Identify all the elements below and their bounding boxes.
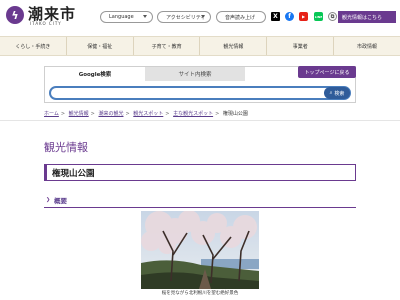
nav-item-living[interactable]: くらし・手続き bbox=[0, 37, 67, 55]
arrow-right-icon: ❯ bbox=[46, 197, 51, 203]
nav-item-city-government[interactable]: 市政情報 bbox=[334, 37, 400, 55]
tourist-info-button[interactable]: 観光情報はこちら bbox=[338, 11, 396, 23]
nav-item-health-welfare[interactable]: 保健・福祉 bbox=[67, 37, 134, 55]
language-select[interactable]: Language bbox=[100, 11, 153, 23]
site-subtitle: ITAKO CITY bbox=[30, 21, 62, 26]
chevron-down-icon bbox=[143, 15, 147, 18]
breadcrumb-itako-tourism[interactable]: 潮来の観光 bbox=[98, 111, 123, 117]
breadcrumb-tourism[interactable]: 観光情報 bbox=[69, 111, 89, 117]
facebook-icon[interactable]: f bbox=[285, 12, 294, 21]
breadcrumb-main-spots[interactable]: 主な観光スポット bbox=[173, 111, 213, 117]
nav-item-business[interactable]: 事業者 bbox=[267, 37, 335, 55]
breadcrumb-spots[interactable]: 観光スポット bbox=[133, 111, 163, 117]
back-to-top-button[interactable]: トップページに戻る bbox=[298, 66, 356, 78]
page-title: 権現山公園 bbox=[52, 169, 95, 179]
park-photo bbox=[141, 211, 259, 289]
chevron-down-icon bbox=[201, 15, 205, 18]
search-button-label: 検索 bbox=[334, 90, 345, 97]
search-icon: ⌕ bbox=[329, 90, 333, 96]
accessibility-label: アクセシビリティ bbox=[166, 14, 206, 21]
external-link-icon[interactable]: ⧉ bbox=[328, 12, 337, 21]
voice-label: 音声読み上げ bbox=[225, 14, 256, 21]
section-title: 概要 bbox=[54, 197, 67, 205]
divider bbox=[0, 120, 400, 121]
search-button[interactable]: ⌕ 検索 bbox=[324, 87, 350, 99]
youtube-icon[interactable]: ▶ bbox=[299, 12, 308, 21]
x-twitter-icon[interactable]: X bbox=[271, 12, 280, 21]
page-title-box: 権現山公園 bbox=[44, 164, 356, 181]
tab-site-search[interactable]: サイト内検索 bbox=[145, 67, 245, 81]
nav-item-childcare-education[interactable]: 子育て・教育 bbox=[134, 37, 201, 55]
voice-readout-button[interactable]: 音声読み上げ bbox=[216, 11, 266, 23]
breadcrumb-home[interactable]: ホーム bbox=[44, 111, 59, 117]
global-nav: くらし・手続き 保健・福祉 子育て・教育 観光情報 事業者 市政情報 bbox=[0, 36, 400, 56]
page-heading: 観光情報 bbox=[44, 141, 88, 154]
site-header: ϟ 潮来市 ITAKO CITY Language アクセシビリティ 音声読み上… bbox=[0, 0, 400, 34]
breadcrumb: ホーム > 観光情報 > 潮来の観光 > 観光スポット > 主な観光スポット > 権現山公… bbox=[44, 111, 248, 117]
accessibility-select[interactable]: アクセシビリティ bbox=[157, 11, 211, 23]
line-icon[interactable]: LINE bbox=[314, 12, 323, 21]
section-header: ❯ 概要 bbox=[44, 194, 356, 208]
nav-item-tourism[interactable]: 観光情報 bbox=[200, 37, 268, 55]
tourist-info-label: 観光情報はこちら bbox=[342, 14, 383, 21]
language-label: Language bbox=[109, 14, 134, 20]
search-input[interactable]: ⌕ 検索 bbox=[49, 86, 351, 100]
city-logo-icon[interactable]: ϟ bbox=[6, 6, 24, 24]
breadcrumb-current: 権現山公園 bbox=[222, 111, 248, 117]
photo-caption: 桜を見ながら北利根川を望む絶好景色 bbox=[161, 291, 239, 296]
tab-google-search[interactable]: Google検索 bbox=[45, 67, 145, 81]
